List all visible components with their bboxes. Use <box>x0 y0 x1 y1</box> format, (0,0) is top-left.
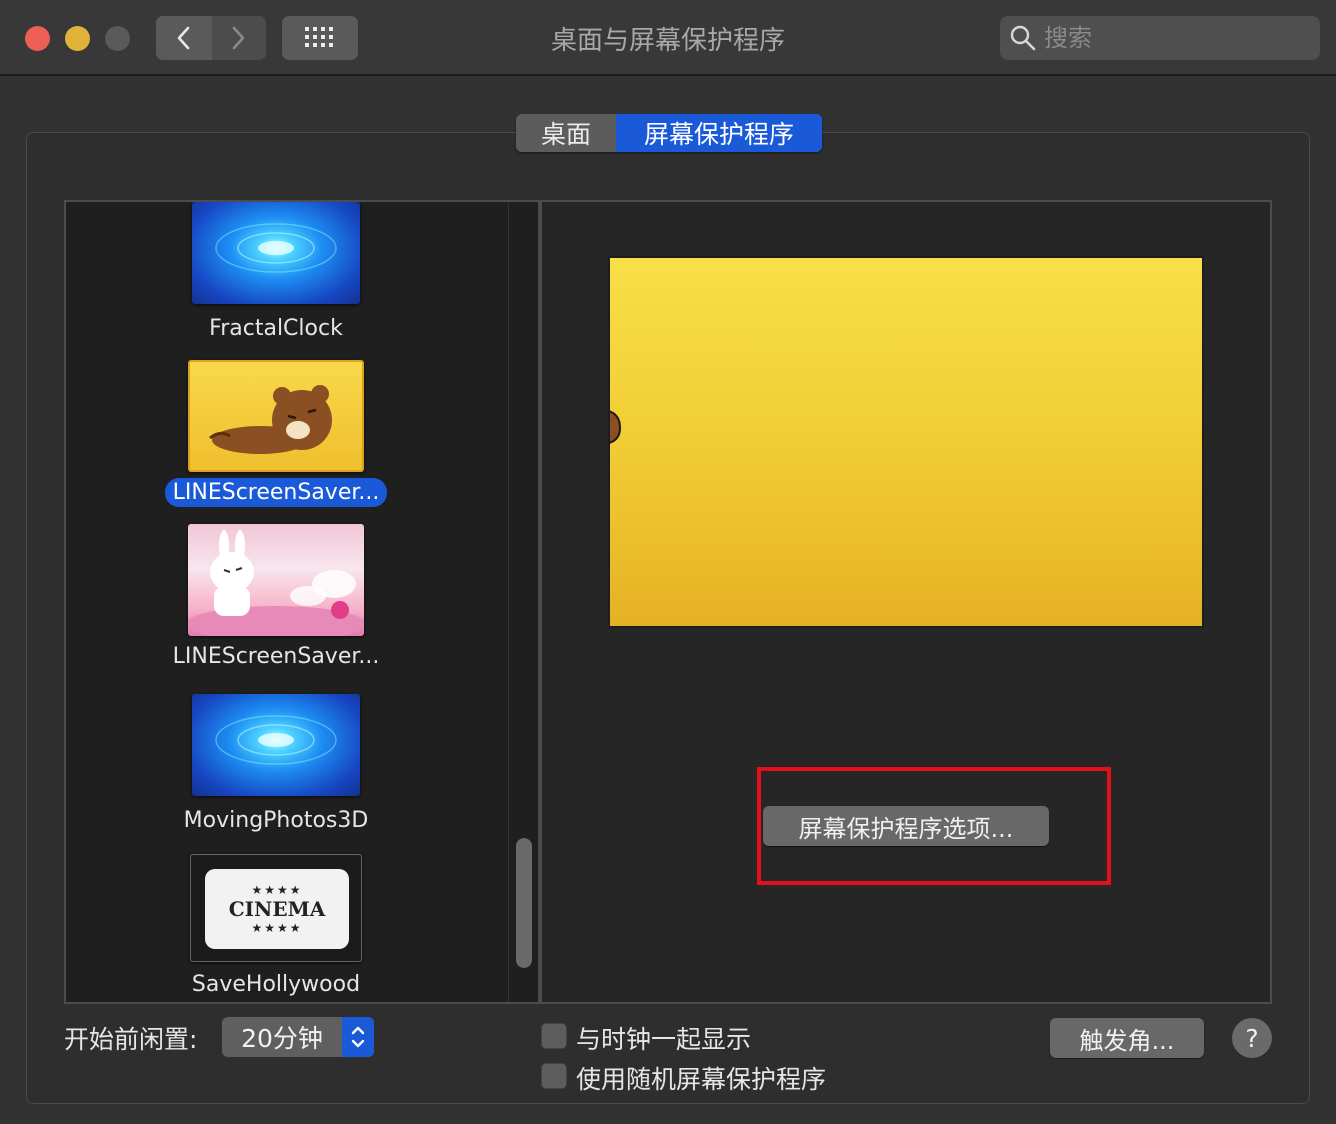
savehollywood-thumbnail: ★★★★ CINEMA ★★★★ <box>190 854 362 962</box>
zoom-window-button[interactable] <box>105 26 130 51</box>
preferences-window: 桌面与屏幕保护程序 桌面 屏幕保护程序 FractalClock <box>0 0 1336 1124</box>
minimize-window-button[interactable] <box>65 26 90 51</box>
random-screensaver-checkbox[interactable] <box>541 1063 567 1089</box>
linescreensaver-1-thumbnail <box>188 360 364 472</box>
ticket-stars-bottom: ★★★★ <box>251 921 303 935</box>
help-button[interactable]: ? <box>1232 1018 1272 1058</box>
ticket-stars-top: ★★★★ <box>251 883 303 897</box>
list-item-label: LINEScreenSaver... <box>66 478 486 507</box>
show-with-clock-checkbox[interactable] <box>541 1023 567 1049</box>
random-screensaver-label[interactable]: 使用随机屏幕保护程序 <box>576 1060 826 1096</box>
ticket-word: CINEMA <box>228 897 326 921</box>
list-item-label: LINEScreenSaver... <box>172 644 380 669</box>
idle-label: 开始前闲置: <box>64 1025 198 1054</box>
movingphotos3d-thumbnail <box>192 694 360 796</box>
chevron-left-icon <box>177 26 190 50</box>
list-item-label: FractalClock <box>209 316 343 341</box>
screensaver-list[interactable]: FractalClock LINEScreenSaver... LINEScre… <box>64 200 540 1004</box>
tab-screensaver[interactable]: 屏幕保护程序 <box>616 114 822 152</box>
highlight-box <box>757 767 1111 885</box>
tab-control: 桌面 屏幕保护程序 <box>516 114 822 152</box>
bear-illustration <box>209 385 332 454</box>
list-item-label: MovingPhotos3D <box>183 808 369 833</box>
bunny-illustration <box>188 530 364 636</box>
swirl-graphic <box>215 715 337 765</box>
linescreensaver-2-thumbnail <box>188 524 364 636</box>
tab-desktop[interactable]: 桌面 <box>516 114 616 152</box>
list-divider <box>508 202 509 1002</box>
list-scrollbar-thumb[interactable] <box>516 838 532 968</box>
hot-corners-button[interactable]: 触发角... <box>1050 1018 1204 1058</box>
bear-edge-graphic <box>610 410 622 444</box>
title-bar: 桌面与屏幕保护程序 <box>0 0 1336 76</box>
cinema-ticket-icon: ★★★★ CINEMA ★★★★ <box>205 869 349 949</box>
grid-icon <box>305 27 333 47</box>
search-input[interactable] <box>1044 24 1304 52</box>
screensaver-preview <box>608 256 1204 628</box>
swirl-graphic <box>215 223 337 273</box>
window-title: 桌面与屏幕保护程序 <box>550 26 785 56</box>
back-button[interactable] <box>156 16 210 60</box>
close-window-button[interactable] <box>25 26 50 51</box>
show-with-clock-label[interactable]: 与时钟一起显示 <box>576 1020 751 1056</box>
show-all-button[interactable] <box>282 16 358 60</box>
search-field[interactable] <box>1000 16 1320 60</box>
forward-button[interactable] <box>212 16 266 60</box>
navigation-buttons <box>156 16 266 60</box>
idle-time-popup[interactable]: 20分钟 <box>222 1017 374 1057</box>
search-icon <box>1010 25 1036 51</box>
fractalclock-thumbnail <box>192 202 360 304</box>
idle-time-value: 20分钟 <box>241 1024 323 1053</box>
list-item-label: SaveHollywood <box>191 972 361 997</box>
popup-arrows-icon <box>342 1017 374 1057</box>
chevron-right-icon <box>232 26 245 50</box>
